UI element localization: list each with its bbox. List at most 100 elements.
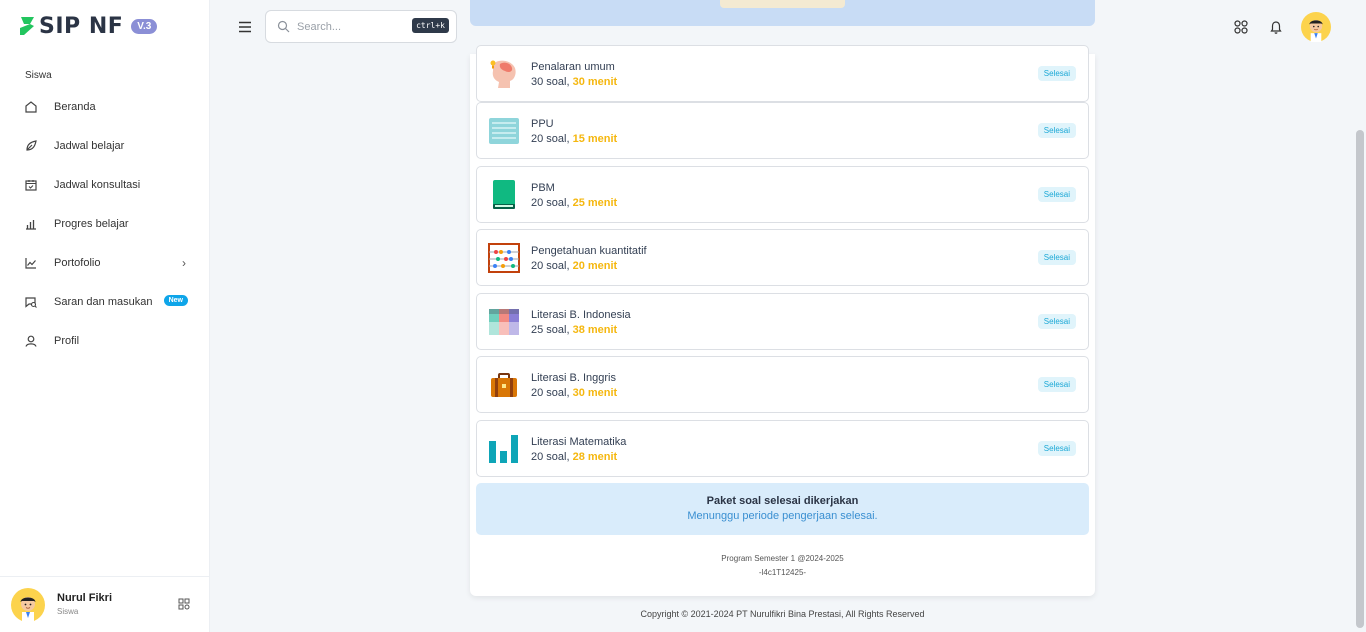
bell-icon[interactable] [1268,19,1284,35]
version-badge: V.3 [131,18,158,34]
apps-grid-icon[interactable] [1233,19,1249,35]
chat-search-icon [24,295,38,309]
subject-item[interactable]: PBM 20 soal, 25 menit Selesai [476,166,1089,223]
subject-info: 20 soal, 30 menit [531,387,617,399]
subject-item[interactable]: Literasi Matematika 20 soal, 28 menit Se… [476,420,1089,477]
user-name: Nurul Fikri [57,592,113,604]
sidebar-item-saran-dan-masukan[interactable]: Saran dan masukan New [0,282,210,321]
sidebar-item-beranda[interactable]: Beranda [0,87,210,126]
user-icon [24,334,38,348]
avatar [11,588,45,622]
sidebar: SIP NF V.3 Siswa Beranda Jadwal belajar … [0,0,210,632]
question-count: 20 soal, [531,387,570,399]
sidebar-nav: Beranda Jadwal belajar Jadwal konsultasi… [0,87,210,360]
subject-info: 20 soal, 20 menit [531,260,617,272]
status-badge: Selesai [1037,314,1076,329]
home-icon [24,100,38,114]
brand-name: SIP NF [39,13,124,39]
duration: 15 menit [572,133,618,145]
subject-item[interactable]: Pengetahuan kuantitatif 20 soal, 20 meni… [476,229,1089,286]
question-count: 20 soal, [531,260,570,272]
search-icon [277,20,290,33]
status-badge: Selesai [1037,66,1076,81]
subject-name: Literasi B. Inggris [531,372,616,384]
sidebar-item-label: Saran dan masukan [54,295,153,308]
question-count: 30 soal, [531,76,570,88]
subject-item[interactable]: PPU 20 soal, 15 menit Selesai [476,102,1089,159]
brand-logo[interactable]: SIP NF V.3 [18,12,158,40]
bar-chart-icon [489,435,518,463]
completion-subtitle: Menunggu periode pengerjaan selesai. [687,510,878,522]
status-badge: Selesai [1037,187,1076,202]
completion-alert: Paket soal selesai dikerjakan Menunggu p… [476,483,1089,535]
nav-section-label: Siswa [25,70,52,81]
sidebar-item-label: Beranda [54,100,96,113]
settings-grid-icon[interactable] [177,597,191,611]
sidebar-item-label: Profil [54,334,80,347]
sidebar-item-jadwal-konsultasi[interactable]: Jadwal konsultasi [0,165,210,204]
search-input[interactable] [297,19,407,35]
sidebar-item-label: Jadwal konsultasi [54,178,141,191]
book-icon [493,180,515,209]
hamburger-menu-icon[interactable] [237,19,253,35]
question-count: 20 soal, [531,197,570,209]
brain-icon [490,60,516,88]
document-icon [489,118,519,144]
suitcase-icon [491,373,517,397]
user-role: Siswa [57,607,79,616]
completion-title: Paket soal selesai dikerjakan [706,495,859,507]
duration: 30 menit [572,76,618,88]
status-badge: Selesai [1037,441,1076,456]
duration: 20 menit [572,260,618,272]
exam-package-card: Penalaran umum 30 soal, 30 menit Selesai… [470,45,1095,596]
duration: 25 menit [572,197,618,209]
search-box[interactable]: ctrl+k [265,10,457,43]
sidebar-item-portofolio[interactable]: Portofolio › [0,243,210,282]
sidebar-item-jadwal-belajar[interactable]: Jadwal belajar [0,126,210,165]
subject-name: Literasi Matematika [531,436,627,448]
scrollbar-thumb[interactable] [1356,130,1364,628]
palette-icon [489,309,519,335]
subject-name: PPU [531,118,554,130]
question-count: 25 soal, [531,324,570,336]
duration: 30 menit [572,387,618,399]
sidebar-item-label: Portofolio [54,256,101,269]
subject-info: 20 soal, 28 menit [531,451,617,463]
line-chart-icon [24,256,38,270]
sidebar-item-label: Jadwal belajar [54,139,125,152]
user-profile-box[interactable]: Nurul Fikri Siswa [0,576,210,632]
question-count: 20 soal, [531,133,570,145]
leaf-logo-icon [20,17,34,35]
subject-name: Literasi B. Indonesia [531,309,631,321]
duration: 38 menit [572,324,618,336]
new-badge: New [163,295,188,306]
subject-item[interactable]: Penalaran umum 30 soal, 30 menit Selesai [476,45,1089,102]
leaf-icon [24,139,38,153]
subject-item[interactable]: Literasi B. Inggris 20 soal, 30 menit Se… [476,356,1089,413]
keyboard-shortcut-badge: ctrl+k [412,18,449,33]
subject-item[interactable]: Literasi B. Indonesia 25 soal, 38 menit … [476,293,1089,350]
status-badge: Selesai [1037,250,1076,265]
subject-info: 20 soal, 15 menit [531,133,617,145]
sidebar-item-label: Progres belajar [54,217,129,230]
question-count: 20 soal, [531,451,570,463]
sidebar-item-progres-belajar[interactable]: Progres belajar [0,204,210,243]
program-code: -l4c1T12425- [758,568,807,577]
subject-name: Penalaran umum [531,61,615,73]
calendar-check-icon [24,178,38,192]
subject-name: PBM [531,182,555,194]
status-badge: Selesai [1037,377,1076,392]
info-banner [470,0,1095,26]
subject-name: Pengetahuan kuantitatif [531,245,647,257]
avatar[interactable] [1301,12,1331,42]
copyright-text: Copyright © 2021-2024 PT Nurulfikri Bina… [640,609,925,619]
duration: 28 menit [572,451,618,463]
subject-info: 25 soal, 38 menit [531,324,617,336]
subject-info: 30 soal, 30 menit [531,76,617,88]
abacus-icon [488,243,520,273]
sidebar-item-profil[interactable]: Profil [0,321,210,360]
bar-chart-icon [24,217,38,231]
subject-info: 20 soal, 25 menit [531,197,617,209]
status-badge: Selesai [1037,123,1076,138]
program-label: Program Semester 1 @2024-2025 [721,554,844,563]
